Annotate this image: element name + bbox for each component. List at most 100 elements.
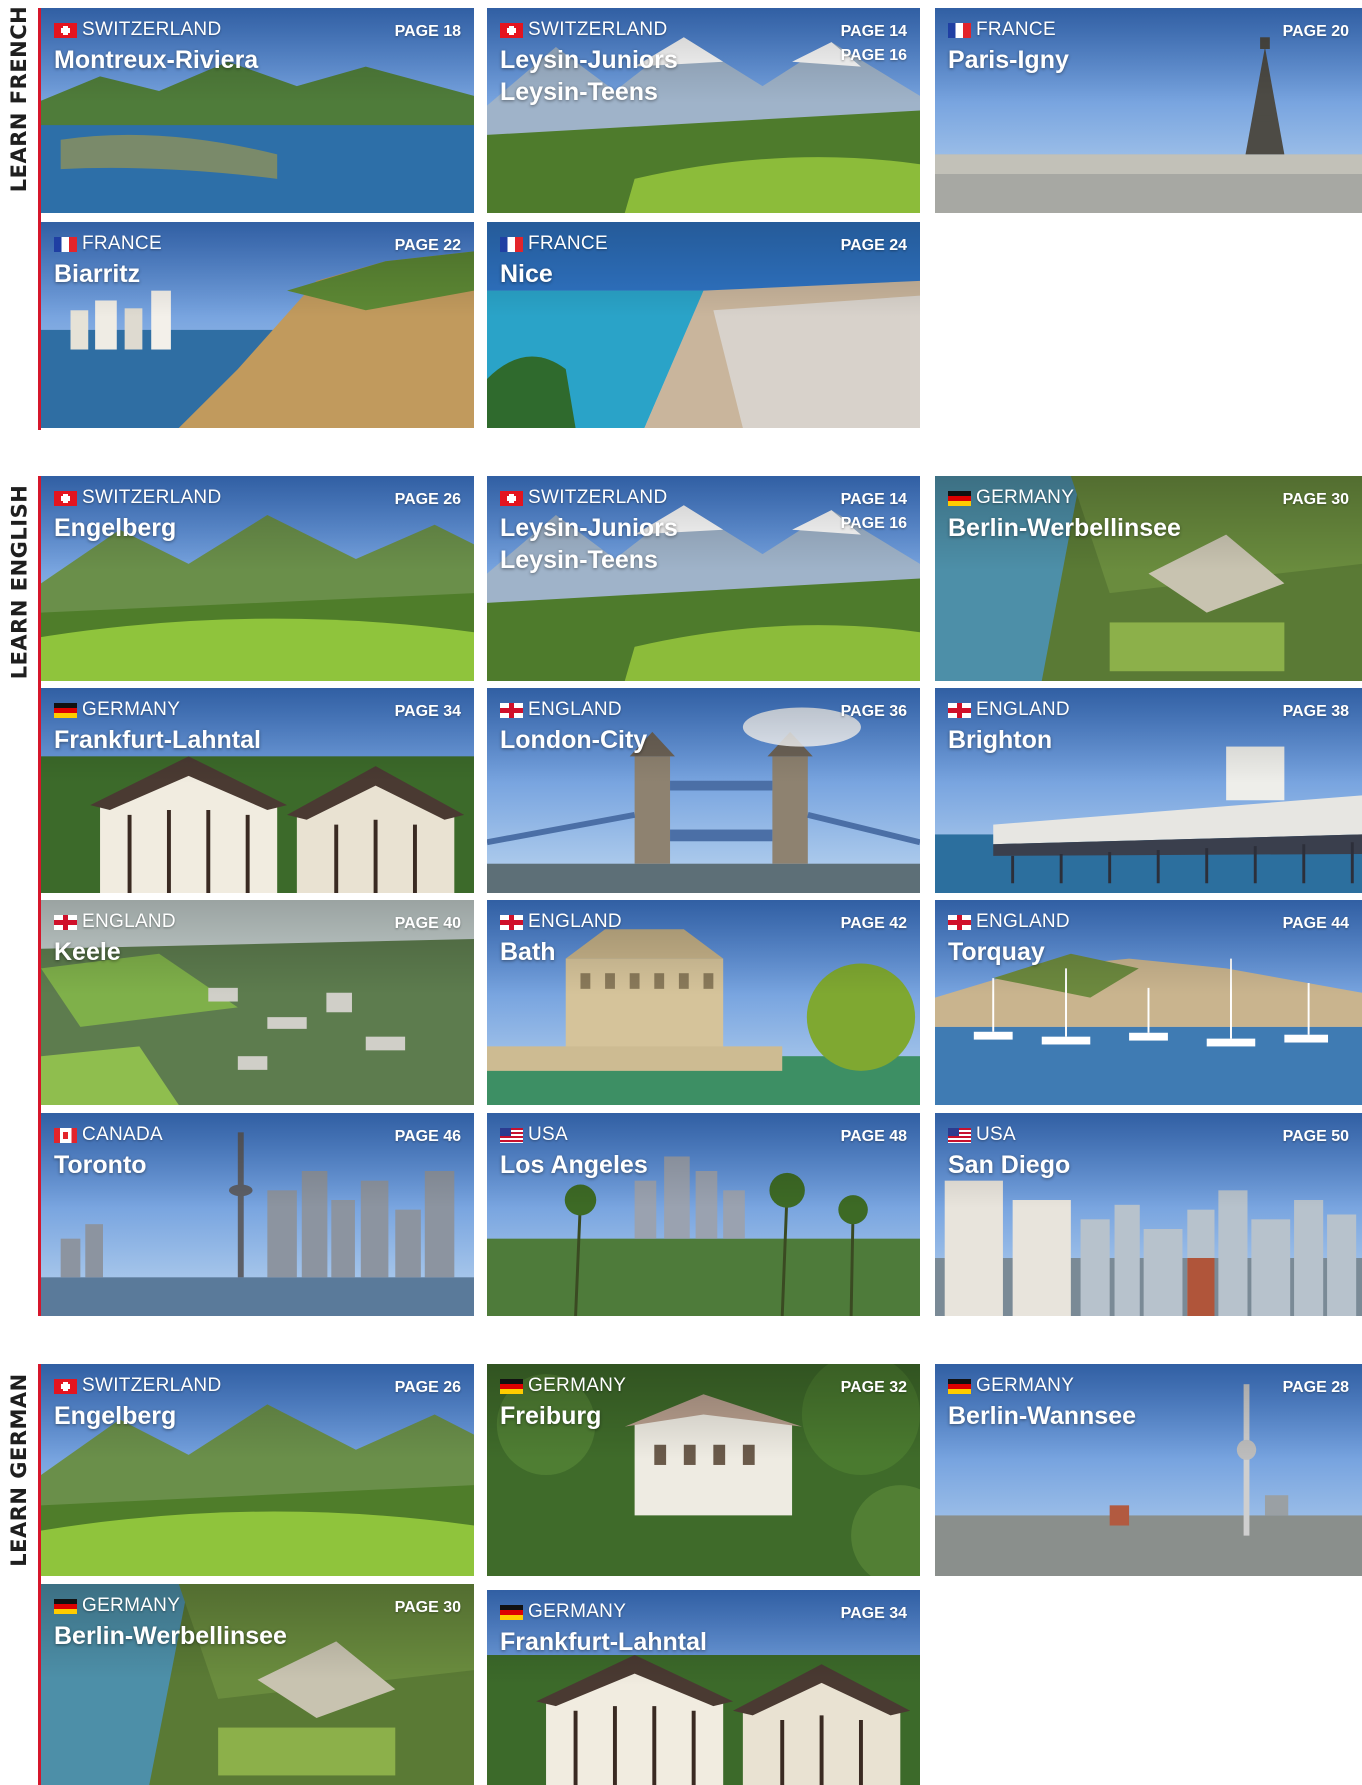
page-number: PAGE 44 xyxy=(1282,915,1349,932)
destination-card-leysin[interactable]: SWITZERLAND Leysin-Juniors Leysin-Teens PAG… xyxy=(487,476,920,681)
country-label: ENGLAND xyxy=(500,911,622,933)
country-name: SWITZERLAND xyxy=(82,1375,222,1396)
country-name: ENGLAND xyxy=(528,699,622,720)
city-name: Biarritz xyxy=(54,260,141,288)
country-label: FRANCE xyxy=(948,19,1056,41)
flag-icon xyxy=(500,22,523,38)
destination-card-toronto[interactable]: CANADA Toronto PAGE 46 xyxy=(41,1113,474,1316)
flag-icon xyxy=(54,22,77,38)
flag-icon xyxy=(500,1378,523,1394)
page-references: PAGE 28 xyxy=(1283,1376,1349,1400)
page-number: PAGE 26 xyxy=(394,1379,461,1396)
destination-card-keele[interactable]: ENGLAND Keele PAGE 40 xyxy=(41,900,474,1105)
flag-icon xyxy=(54,914,77,930)
country-name: SWITZERLAND xyxy=(528,19,668,40)
city-name: Frankfurt-Lahntal xyxy=(500,1628,707,1656)
city-name: Frankfurt-Lahntal xyxy=(54,726,261,754)
page-number: PAGE 34 xyxy=(840,1605,907,1622)
destination-card-berlin-wannsee[interactable]: GERMANY Berlin-Wannsee PAGE 28 xyxy=(935,1364,1362,1576)
destination-card-leysin[interactable]: SWITZERLAND Leysin-Juniors Leysin-Teens PAG… xyxy=(487,8,920,213)
flag-icon xyxy=(948,702,971,718)
flag-icon xyxy=(54,490,77,506)
country-name: GERMANY xyxy=(976,1375,1075,1396)
destination-card-montreux-riviera[interactable]: SWITZERLAND Montreux-Riviera PAGE 18 xyxy=(41,8,474,213)
destination-card-engelberg[interactable]: SWITZERLAND Engelberg PAGE 26 xyxy=(41,1364,474,1576)
country-label: FRANCE xyxy=(500,233,608,255)
destination-card-frankfurt-lahntal[interactable]: GERMANY Frankfurt-Lahntal PAGE 34 xyxy=(41,688,474,893)
city-names: Nice xyxy=(500,258,553,290)
page-references: PAGE 30 xyxy=(395,1596,461,1620)
destination-card-brighton[interactable]: ENGLAND Brighton PAGE 38 xyxy=(935,688,1362,893)
page-number: PAGE 42 xyxy=(840,915,907,932)
city-names: Los Angeles xyxy=(500,1149,648,1181)
country-name: GERMANY xyxy=(976,487,1075,508)
city-name: Brighton xyxy=(948,726,1053,754)
city-names: San Diego xyxy=(948,1149,1070,1181)
flag-icon xyxy=(948,914,971,930)
page-references: PAGE 30 xyxy=(1283,488,1349,512)
city-names: Frankfurt-Lahntal xyxy=(500,1626,707,1658)
country-name: GERMANY xyxy=(528,1375,627,1396)
page-references: PAGE 26 xyxy=(395,1376,461,1400)
destination-card-nice[interactable]: FRANCE Nice PAGE 24 xyxy=(487,222,920,428)
country-label: CANADA xyxy=(54,1124,163,1146)
city-names: Leysin-Juniors Leysin-Teens xyxy=(500,44,678,108)
country-name: CANADA xyxy=(82,1124,163,1145)
flag-icon xyxy=(500,1127,523,1143)
country-name: ENGLAND xyxy=(528,911,622,932)
flag-icon xyxy=(54,1598,77,1614)
country-name: SWITZERLAND xyxy=(82,19,222,40)
destination-card-frankfurt-lahntal[interactable]: GERMANY Frankfurt-Lahntal PAGE 34 xyxy=(487,1590,920,1785)
page-number: PAGE 22 xyxy=(394,237,461,254)
flag-icon xyxy=(54,702,77,718)
country-label: SWITZERLAND xyxy=(500,487,667,509)
city-names: Engelberg xyxy=(54,1400,176,1432)
destination-card-london-city[interactable]: ENGLAND London-City PAGE 36 xyxy=(487,688,920,893)
flag-icon xyxy=(500,490,523,506)
country-label: FRANCE xyxy=(54,233,162,255)
destination-card-torquay[interactable]: ENGLAND Torquay PAGE 44 xyxy=(935,900,1362,1105)
country-name: SWITZERLAND xyxy=(528,487,668,508)
destination-card-berlin-werbellinsee[interactable]: GERMANY Berlin-Werbellinsee PAGE 30 xyxy=(41,1584,474,1785)
destination-card-los-angeles[interactable]: USA Los Angeles PAGE 48 xyxy=(487,1113,920,1316)
destination-card-freiburg[interactable]: GERMANY Freiburg PAGE 32 xyxy=(487,1364,920,1576)
country-label: USA xyxy=(948,1124,1016,1146)
destination-card-paris-igny[interactable]: FRANCE Paris-Igny PAGE 20 xyxy=(935,8,1362,213)
page-references: PAGE 44 xyxy=(1283,912,1349,936)
page-number: PAGE 38 xyxy=(1282,703,1349,720)
city-name: San Diego xyxy=(948,1151,1071,1179)
flag-icon xyxy=(54,1378,77,1394)
destination-card-engelberg[interactable]: SWITZERLAND Engelberg PAGE 26 xyxy=(41,476,474,681)
flag-icon xyxy=(500,1604,523,1620)
country-name: ENGLAND xyxy=(82,911,176,932)
page-number: PAGE 20 xyxy=(1282,23,1349,40)
country-label: GERMANY xyxy=(500,1601,626,1623)
city-name: Leysin-Juniors xyxy=(500,46,678,74)
country-name: USA xyxy=(528,1124,568,1145)
page-references: PAGE 36 xyxy=(841,700,907,724)
page-references: PAGE 46 xyxy=(395,1125,461,1149)
country-name: FRANCE xyxy=(82,233,162,254)
page-references: PAGE 42 xyxy=(841,912,907,936)
destination-card-bath[interactable]: ENGLAND Bath PAGE 42 xyxy=(487,900,920,1105)
city-name: Paris-Igny xyxy=(948,46,1069,74)
section-title-french: LEARN FRENCH xyxy=(7,5,31,193)
page-number: PAGE 18 xyxy=(394,23,461,40)
page-number: PAGE 30 xyxy=(394,1599,461,1616)
destination-card-berlin-werbellinsee[interactable]: GERMANY Berlin-Werbellinsee PAGE 30 xyxy=(935,476,1362,681)
city-name: Torquay xyxy=(948,938,1045,966)
city-names: Berlin-Werbellinsee xyxy=(948,512,1181,544)
destination-card-san-diego[interactable]: USA San Diego PAGE 50 xyxy=(935,1113,1362,1316)
page-references: PAGE 38 xyxy=(1283,700,1349,724)
flag-icon xyxy=(54,236,77,252)
country-label: ENGLAND xyxy=(948,699,1070,721)
page-number: PAGE 16 xyxy=(840,47,907,64)
page-number: PAGE 48 xyxy=(840,1128,907,1145)
page-references: PAGE 40 xyxy=(395,912,461,936)
page-references: PAGE 32 xyxy=(841,1376,907,1400)
city-name: Engelberg xyxy=(54,1402,177,1430)
flag-icon xyxy=(54,1127,77,1143)
flag-icon xyxy=(948,22,971,38)
country-name: GERMANY xyxy=(528,1601,627,1622)
destination-card-biarritz[interactable]: FRANCE Biarritz PAGE 22 xyxy=(41,222,474,428)
